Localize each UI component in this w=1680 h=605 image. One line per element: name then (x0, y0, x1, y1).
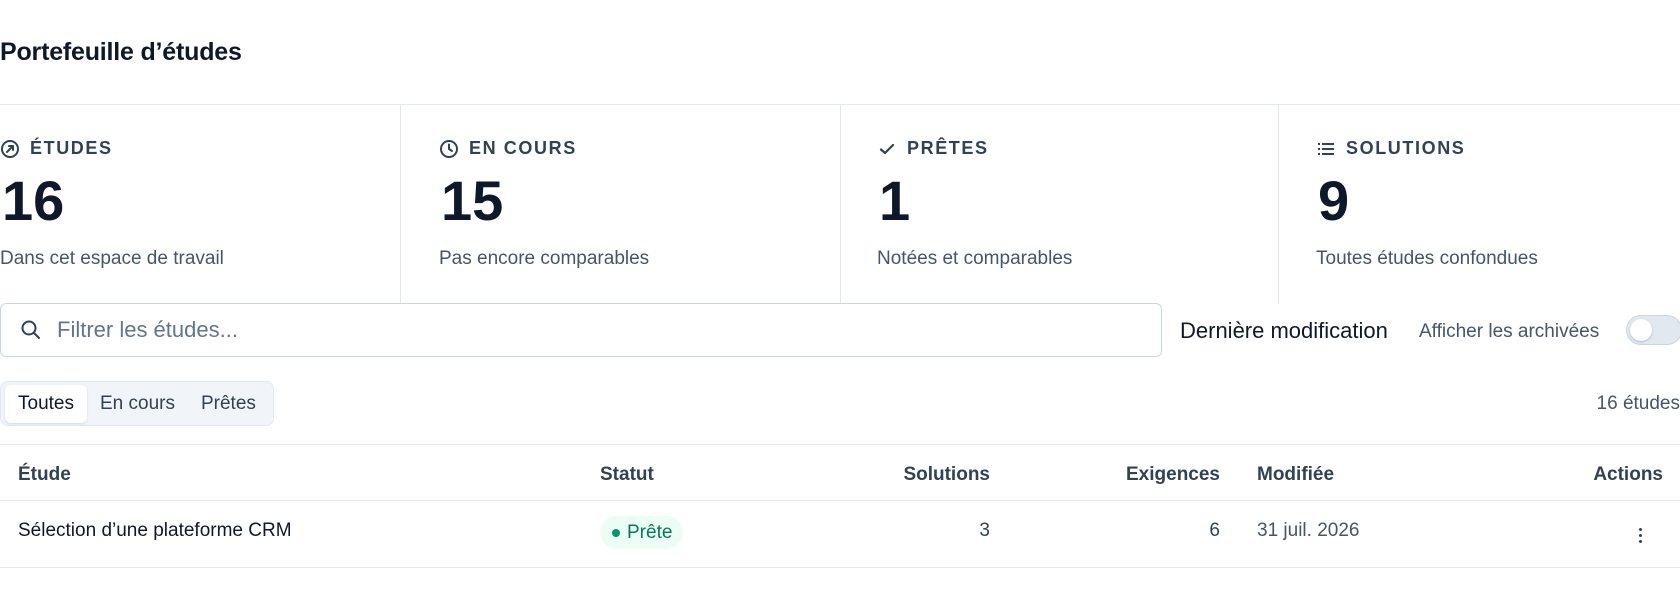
column-header-modified[interactable]: Modifiée (1257, 464, 1334, 486)
stat-card-studies: ÉTUDES 16 Dans cet espace de travail (0, 105, 401, 304)
show-archived-label: Afficher les archivées (1419, 321, 1600, 342)
status-badge: Prête (600, 516, 684, 549)
row-actions-menu-icon[interactable] (1632, 521, 1648, 549)
table-header: Étude Statut Solutions Exigences Modifié… (0, 444, 1680, 501)
column-header-solutions[interactable]: Solutions (903, 464, 990, 486)
column-header-actions: Actions (1593, 464, 1663, 485)
clock-icon (439, 139, 459, 159)
stat-value: 16 (2, 169, 65, 232)
status-dot (612, 528, 620, 537)
check-icon (877, 139, 897, 159)
stat-value: 15 (441, 169, 504, 232)
search-input[interactable] (57, 317, 1137, 343)
stat-label: ÉTUDES (30, 138, 113, 158)
tab-all[interactable]: Toutes (5, 384, 87, 423)
stat-label: PRÊTES (907, 138, 989, 158)
solutions-count: 3 (979, 520, 990, 541)
stat-card-in-progress: EN COURS 15 Pas encore comparables (401, 105, 841, 304)
column-header-requirements[interactable]: Exigences (1126, 464, 1220, 486)
column-header-status[interactable]: Statut (600, 464, 654, 486)
requirements-count: 6 (1209, 520, 1220, 541)
search-icon (19, 318, 43, 342)
stats-panel: ÉTUDES 16 Dans cet espace de travail EN … (0, 104, 1680, 304)
show-archived-toggle[interactable] (1626, 315, 1680, 345)
stat-card-solutions: SOLUTIONS 9 Toutes études confondues (1279, 105, 1680, 304)
stat-label: SOLUTIONS (1346, 138, 1466, 158)
stat-subtitle: Pas encore comparables (439, 248, 650, 269)
stat-value: 9 (1318, 169, 1350, 232)
tab-in-progress[interactable]: En cours (87, 385, 188, 423)
page-title: Portefeuille d’études (0, 38, 242, 66)
list-icon (1316, 139, 1336, 159)
stat-subtitle: Toutes études confondues (1316, 248, 1538, 269)
column-header-study[interactable]: Étude (18, 464, 71, 486)
status-badge-label: Prête (627, 521, 673, 543)
modified-date: 31 juil. 2026 (1257, 520, 1360, 541)
stat-label: EN COURS (469, 138, 577, 158)
stat-subtitle: Dans cet espace de travail (0, 248, 224, 269)
results-count: 16 études (1596, 393, 1680, 414)
stat-subtitle: Notées et comparables (877, 248, 1073, 269)
sort-select[interactable]: Dernière modification (1180, 318, 1388, 344)
toggle-knob (1630, 319, 1652, 341)
stat-value: 1 (879, 169, 911, 232)
table-row[interactable]: Sélection d’une plateforme CRM Prête 3 6… (0, 501, 1680, 568)
studies-table: Étude Statut Solutions Exigences Modifié… (0, 444, 1680, 568)
compass-icon (0, 139, 20, 159)
tab-ready[interactable]: Prêtes (188, 385, 269, 423)
stat-card-ready: PRÊTES 1 Notées et comparables (841, 105, 1279, 304)
study-name[interactable]: Sélection d’une plateforme CRM (18, 520, 292, 542)
status-tabs: Toutes En cours Prêtes (0, 381, 274, 426)
search-box[interactable] (0, 303, 1162, 357)
